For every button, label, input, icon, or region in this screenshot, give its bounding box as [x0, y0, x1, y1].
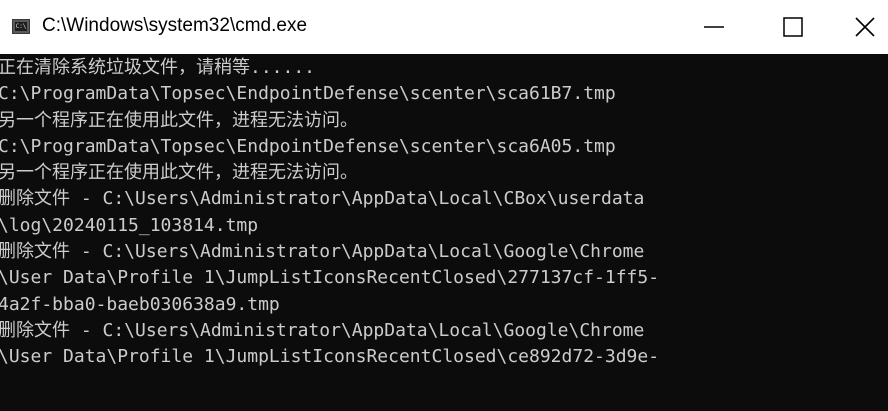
minimize-icon	[704, 26, 724, 28]
console-line: \User Data\Profile 1\JumpListIconsRecent…	[0, 267, 660, 289]
window-title: C:\Windows\system32\cmd.exe	[42, 15, 308, 36]
console-line: 另一个程序正在使用此文件，进程无法访问。	[0, 162, 358, 184]
close-icon	[855, 17, 875, 37]
console-output-area[interactable]: 正在清除系统垃圾文件，请稍等...... C:\ProgramData\Tops…	[0, 54, 888, 411]
cmd-window: C:\ C:\Windows\system32\cmd.exe 正在清除系统垃圾…	[0, 0, 888, 411]
close-button[interactable]	[842, 0, 888, 54]
console-line: 删除文件 - C:\Users\Administrator\AppData\Lo…	[0, 319, 645, 341]
console-line: \User Data\Profile 1\JumpListIconsRecent…	[0, 346, 660, 368]
maximize-button[interactable]	[770, 0, 816, 54]
console-line: C:\ProgramData\Topsec\EndpointDefense\sc…	[0, 135, 616, 157]
console-line: 删除文件 - C:\Users\Administrator\AppData\Lo…	[0, 188, 645, 210]
console-line: C:\ProgramData\Topsec\EndpointDefense\sc…	[0, 83, 616, 105]
cmd-console-icon[interactable]: C:\	[12, 19, 30, 34]
console-output: 正在清除系统垃圾文件，请稍等...... C:\ProgramData\Tops…	[0, 55, 659, 371]
cmd-icon-text: C:\	[15, 22, 27, 31]
title-bar[interactable]: C:\ C:\Windows\system32\cmd.exe	[0, 0, 888, 54]
minimize-button[interactable]	[691, 0, 737, 54]
maximize-icon	[783, 17, 803, 37]
console-line: 4a2f-bba0-baeb030638a9.tmp	[0, 293, 280, 315]
console-line: \log\20240115_103814.tmp	[0, 214, 259, 236]
console-line: 正在清除系统垃圾文件，请稍等......	[0, 57, 316, 78]
console-line: 另一个程序正在使用此文件，进程无法访问。	[0, 109, 358, 131]
console-line: 删除文件 - C:\Users\Administrator\AppData\Lo…	[0, 241, 645, 263]
